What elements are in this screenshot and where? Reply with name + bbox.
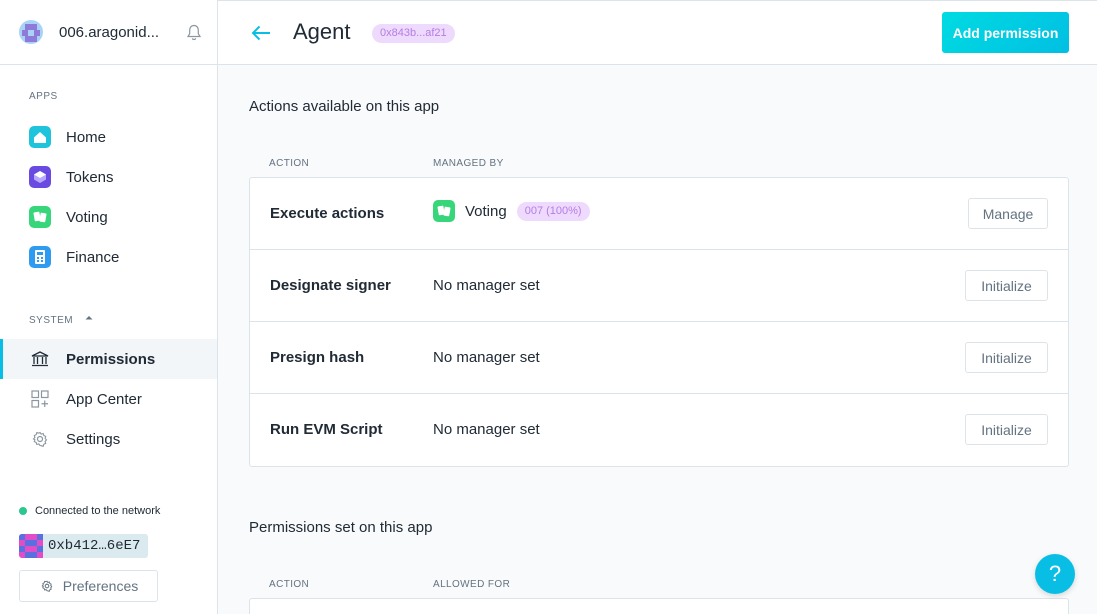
sidebar-item-permissions[interactable]: Permissions bbox=[0, 339, 217, 379]
manage-button[interactable]: Manage bbox=[968, 198, 1048, 229]
col-header-action: ACTION bbox=[269, 579, 310, 590]
manager-name: No manager set bbox=[433, 277, 540, 294]
bank-icon bbox=[31, 351, 49, 367]
initialize-button[interactable]: Initialize bbox=[965, 342, 1048, 373]
col-header-managed-by: MANAGED BY bbox=[433, 158, 504, 169]
apps-section-label: APPS bbox=[29, 91, 58, 102]
action-name: Run EVM Script bbox=[270, 421, 383, 438]
action-name: Execute actions bbox=[270, 205, 385, 222]
voting-icon bbox=[29, 206, 51, 228]
actions-section-title: Actions available on this app bbox=[249, 98, 440, 115]
col-header-action: ACTION bbox=[269, 158, 310, 169]
manager-badge: 007 (100%) bbox=[516, 201, 590, 221]
manager-name: Voting bbox=[465, 202, 507, 220]
table-row: Presign hash No manager set Initialize bbox=[250, 322, 1068, 394]
status-text: Connected to the network bbox=[35, 505, 161, 517]
manager-name: No manager set bbox=[433, 349, 540, 366]
status-dot-icon bbox=[19, 507, 27, 515]
manager-name: No manager set bbox=[433, 421, 540, 438]
tokens-icon bbox=[29, 166, 51, 188]
actions-table: Execute actions Voting 007 (100%) Manage… bbox=[249, 177, 1069, 467]
sidebar-item-home[interactable]: Home bbox=[0, 117, 217, 157]
gear-icon bbox=[32, 431, 48, 447]
permissions-table bbox=[249, 598, 1069, 614]
page-title: Agent bbox=[293, 19, 351, 44]
home-icon bbox=[29, 126, 51, 148]
permissions-section-title: Permissions set on this app bbox=[249, 519, 433, 536]
initialize-button[interactable]: Initialize bbox=[965, 414, 1048, 445]
action-name: Presign hash bbox=[270, 349, 365, 366]
identicon-avatar bbox=[19, 534, 43, 558]
sidebar-item-label: App Center bbox=[66, 390, 142, 408]
app-address-badge[interactable]: 0x843b...af21 bbox=[372, 24, 455, 43]
org-name: 006.aragonid... bbox=[59, 23, 160, 41]
action-name: Designate signer bbox=[270, 277, 391, 294]
initialize-button[interactable]: Initialize bbox=[965, 270, 1048, 301]
sidebar-item-voting[interactable]: Voting bbox=[0, 197, 217, 237]
org-avatar bbox=[19, 20, 43, 44]
account-badge[interactable]: 0xb412…6eE7 bbox=[19, 534, 149, 558]
network-status: Connected to the network bbox=[19, 505, 160, 517]
org-switcher[interactable]: 006.aragonid... bbox=[0, 0, 217, 65]
system-section-label[interactable]: SYSTEM bbox=[29, 314, 94, 326]
sidebar-item-label: Voting bbox=[66, 208, 108, 226]
gear-icon bbox=[41, 580, 53, 592]
sidebar-item-label: Finance bbox=[66, 248, 120, 266]
back-arrow-icon[interactable] bbox=[250, 23, 272, 43]
sidebar-item-settings[interactable]: Settings bbox=[0, 419, 217, 459]
help-button[interactable]: ? bbox=[1035, 554, 1075, 594]
sidebar-item-label: Permissions bbox=[66, 350, 156, 368]
system-label-text: SYSTEM bbox=[29, 315, 74, 326]
caret-up-icon bbox=[85, 316, 93, 320]
sidebar-item-app-center[interactable]: App Center bbox=[0, 379, 217, 419]
sidebar-item-finance[interactable]: Finance bbox=[0, 237, 217, 277]
table-row: Designate signer No manager set Initiali… bbox=[250, 250, 1068, 322]
app-center-icon bbox=[31, 390, 49, 408]
bell-icon[interactable] bbox=[186, 24, 202, 42]
preferences-label: Preferences bbox=[62, 578, 139, 594]
sidebar: 006.aragonid... APPS Home Tokens Voting … bbox=[0, 0, 218, 614]
top-bar: Agent 0x843b...af21 Add permission bbox=[218, 0, 1097, 65]
finance-icon bbox=[29, 246, 51, 268]
add-permission-button[interactable]: Add permission bbox=[942, 12, 1069, 53]
manager-cell[interactable]: Voting 007 (100%) bbox=[433, 200, 590, 222]
preferences-button[interactable]: Preferences bbox=[19, 570, 158, 602]
table-row: Run EVM Script No manager set Initialize bbox=[250, 394, 1068, 466]
sidebar-item-label: Tokens bbox=[66, 168, 114, 186]
col-header-allowed-for: ALLOWED FOR bbox=[433, 579, 511, 590]
account-address: 0xb412…6eE7 bbox=[48, 538, 141, 554]
voting-icon bbox=[433, 200, 455, 222]
sidebar-item-tokens[interactable]: Tokens bbox=[0, 157, 217, 197]
sidebar-item-label: Settings bbox=[66, 430, 121, 448]
table-row: Execute actions Voting 007 (100%) Manage bbox=[250, 178, 1068, 250]
sidebar-item-label: Home bbox=[66, 128, 107, 146]
